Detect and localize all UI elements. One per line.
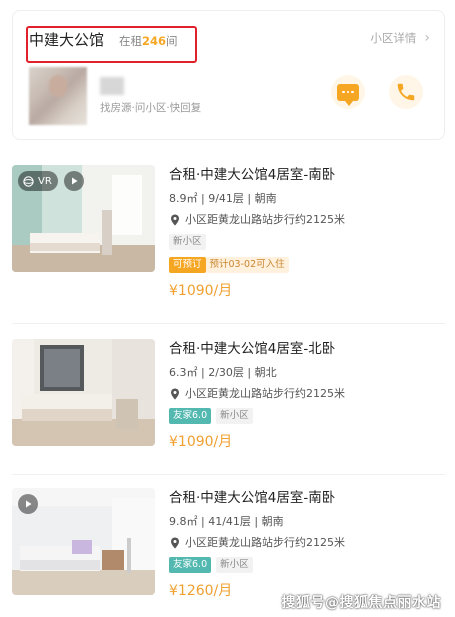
listing-meta: 6.3㎡ | 2/30层 | 朝北 <box>169 366 277 379</box>
listing-item[interactable]: VR 合租·中建大公馆4居室-南卧 8.9㎡ | 9/41层 | 朝南 小区距黄… <box>12 165 445 315</box>
vr-icon <box>23 175 34 187</box>
room-photo[interactable] <box>12 339 155 446</box>
listing-price: ¥1090/月 <box>169 434 233 450</box>
listing-tags: 友家6.0 新小区 <box>169 408 445 424</box>
location-pin-icon <box>171 214 179 226</box>
room-photo[interactable]: VR <box>12 165 155 272</box>
tag: 新小区 <box>169 234 206 250</box>
chat-icon <box>337 83 359 106</box>
tag-youjia: 友家6.0 <box>169 557 212 573</box>
call-button[interactable] <box>389 75 423 109</box>
listing-meta: 8.9㎡ | 9/41层 | 朝南 <box>169 192 277 205</box>
location-pin-icon <box>171 537 179 549</box>
listing-meta: 9.8㎡ | 41/41层 | 朝南 <box>169 515 284 528</box>
tag-youjia: 友家6.0 <box>169 408 212 424</box>
room-photo[interactable] <box>12 488 155 595</box>
location-pin-icon <box>171 388 179 400</box>
location-text: 小区距黄龙山路站步行约2125米 <box>185 387 345 400</box>
community-detail-link[interactable]: 小区详情 › <box>370 30 430 46</box>
agent-tags: 找房源·问小区·快回复 <box>100 102 202 114</box>
video-badge[interactable] <box>64 171 84 191</box>
listing-tags: 新小区 <box>169 234 445 250</box>
phone-icon <box>397 83 415 101</box>
listing-location: 小区距黄龙山路站步行约2125米 <box>169 386 445 402</box>
chevron-right-icon: › <box>424 30 430 46</box>
listing-location: 小区距黄龙山路站步行约2125米 <box>169 212 445 228</box>
rent-prefix: 在租 <box>119 34 142 48</box>
listing-info: 合租·中建大公馆4居室-北卧 6.3㎡ | 2/30层 | 朝北 小区距黄龙山路… <box>169 339 445 452</box>
tag-move-in-date: 预计03-02可入住 <box>205 257 289 273</box>
divider <box>12 474 445 475</box>
play-icon <box>72 177 78 185</box>
listing-info: 合租·中建大公馆4居室-南卧 8.9㎡ | 9/41层 | 朝南 小区距黄龙山路… <box>169 165 445 301</box>
community-detail-label: 小区详情 <box>370 31 417 45</box>
rent-count: 246 <box>142 34 167 48</box>
community-name[interactable]: 中建大公馆 <box>29 29 104 51</box>
rent-count-label: 在租246间 <box>119 32 178 50</box>
listing-info: 合租·中建大公馆4居室-南卧 9.8㎡ | 41/41层 | 朝南 小区距黄龙山… <box>169 488 445 601</box>
agent-name-blurred <box>100 77 124 95</box>
listing-price: ¥1090/月 <box>169 283 233 299</box>
play-icon <box>26 500 32 508</box>
location-text: 小区距黄龙山路站步行约2125米 <box>185 213 345 226</box>
vr-label: VR <box>38 175 52 187</box>
community-card: 中建大公馆 在租246间 小区详情 › 找房源·问小区·快回复 <box>12 10 445 140</box>
watermark: 搜狐号@搜狐焦点丽水站 <box>281 595 441 611</box>
divider <box>12 323 445 324</box>
tag: 新小区 <box>216 408 253 424</box>
listing-tags: 友家6.0 新小区 <box>169 557 445 573</box>
tag-bookable: 可预订 <box>169 257 206 273</box>
listing-location: 小区距黄龙山路站步行约2125米 <box>169 535 445 551</box>
listing-item[interactable]: 合租·中建大公馆4居室-北卧 6.3㎡ | 2/30层 | 朝北 小区距黄龙山路… <box>12 339 445 489</box>
vr-badge[interactable]: VR <box>18 171 58 191</box>
location-text: 小区距黄龙山路站步行约2125米 <box>185 536 345 549</box>
listing-title[interactable]: 合租·中建大公馆4居室-北卧 <box>169 339 445 359</box>
tag: 新小区 <box>216 557 253 573</box>
listing-title[interactable]: 合租·中建大公馆4居室-南卧 <box>169 165 445 185</box>
message-button[interactable] <box>331 75 365 109</box>
rent-suffix: 间 <box>166 34 178 48</box>
avatar[interactable] <box>29 67 87 125</box>
video-badge[interactable] <box>18 494 38 514</box>
listing-availability: 可预订 预计03-02可入住 <box>169 257 445 273</box>
listing-title[interactable]: 合租·中建大公馆4居室-南卧 <box>169 488 445 508</box>
